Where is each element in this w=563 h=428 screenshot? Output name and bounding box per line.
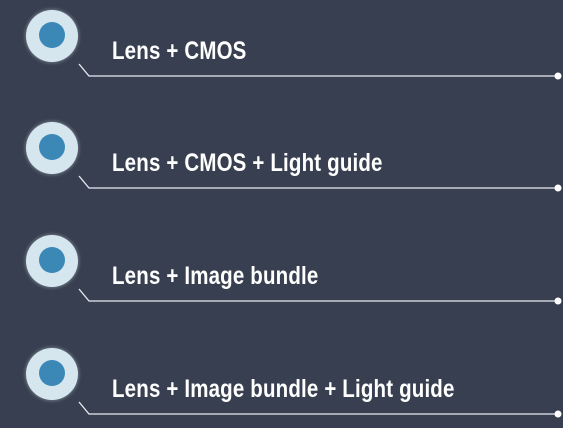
item-label: Lens + Image bundle [112, 262, 319, 290]
item-label: Lens + CMOS [112, 37, 247, 65]
list-item-lens-cmos: Lens + CMOS [0, 0, 563, 90]
connector-end-dot [554, 410, 562, 418]
list-item-lens-cmos-light-guide: Lens + CMOS + Light guide [0, 112, 563, 202]
list-item-lens-image-bundle-light-guide: Lens + Image bundle + Light guide [0, 338, 563, 428]
connector-line [78, 63, 562, 80]
list-item-lens-image-bundle: Lens + Image bundle [0, 225, 563, 315]
connector-end-dot [554, 72, 562, 80]
connector-end-dot [554, 297, 562, 305]
connector-end-dot [554, 184, 562, 192]
item-label: Lens + CMOS + Light guide [112, 149, 383, 177]
item-label: Lens + Image bundle + Light guide [112, 375, 455, 403]
